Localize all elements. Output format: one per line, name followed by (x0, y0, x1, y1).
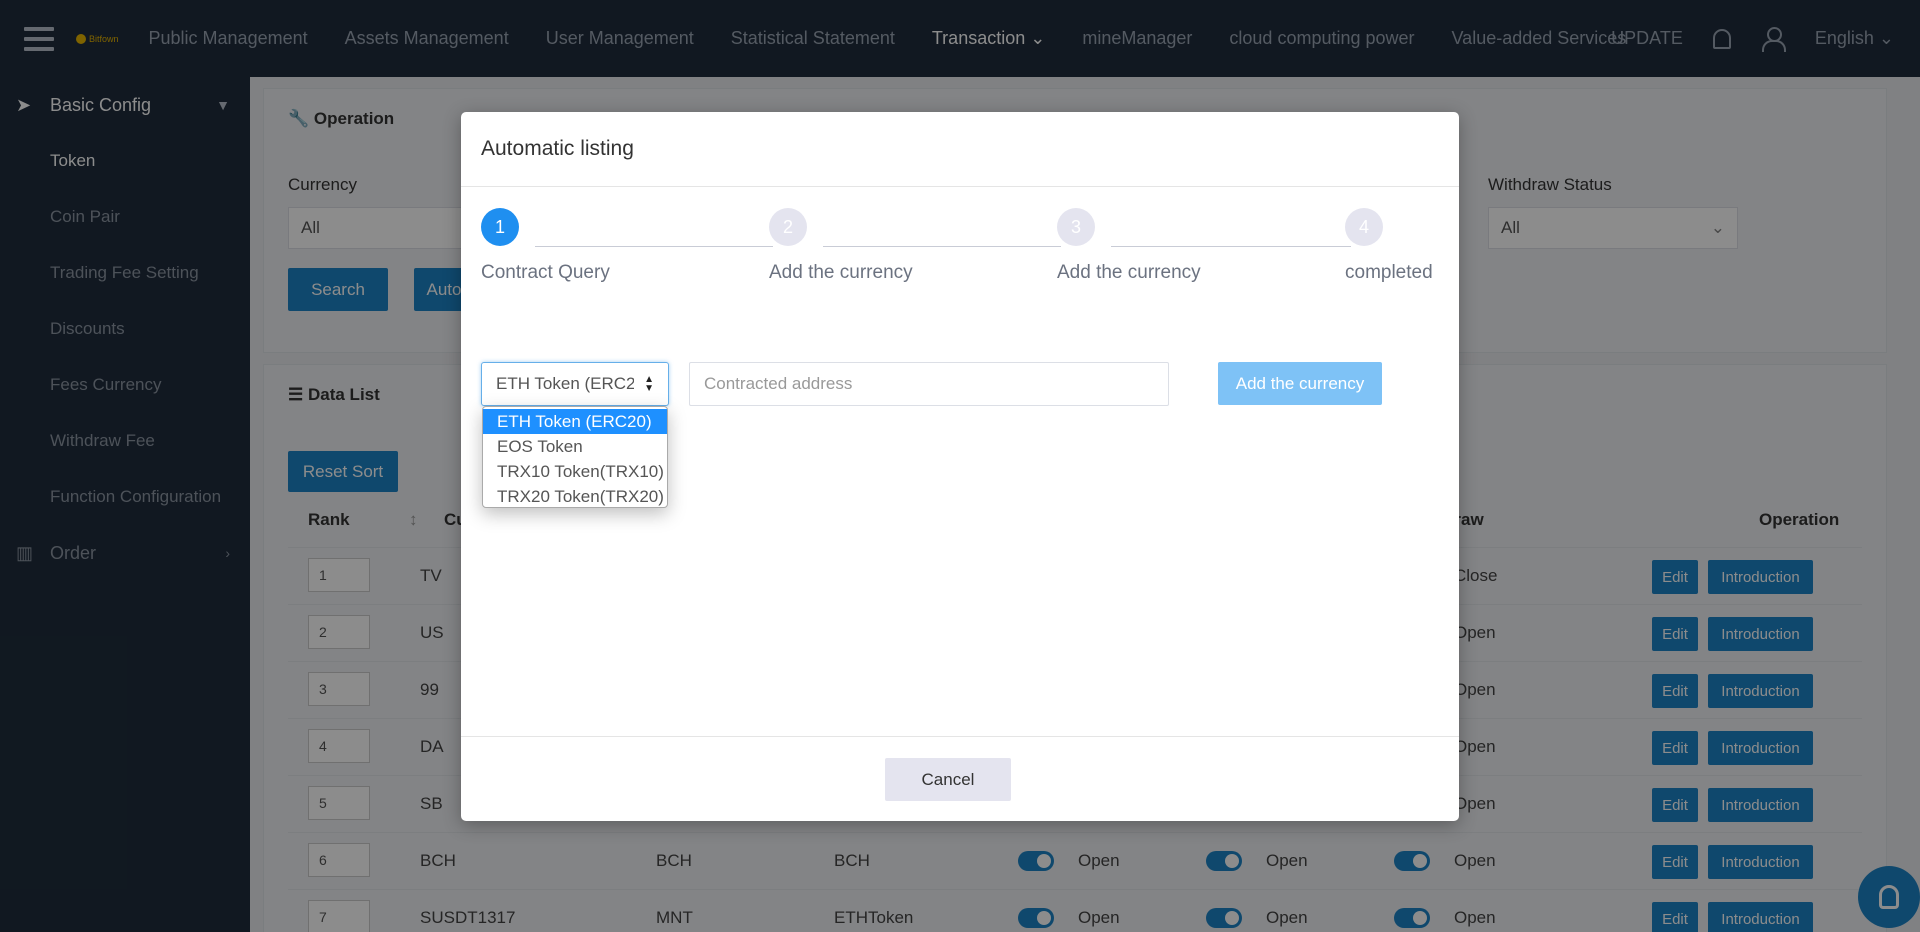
token-type-dropdown: ETH Token (ERC20) EOS Token TRX10 Token(… (482, 406, 668, 508)
step-3-circle: 3 (1057, 208, 1095, 246)
step-2-circle: 2 (769, 208, 807, 246)
step-4-label: completed (1345, 262, 1433, 283)
token-type-select[interactable]: ETH Token (ERC20) ▲▼ (481, 362, 669, 406)
step-1-label: Contract Query (481, 262, 610, 283)
step-connector (823, 246, 1061, 247)
add-currency-button[interactable]: Add the currency (1218, 362, 1382, 405)
token-option-trx20[interactable]: TRX20 Token(TRX20) (483, 484, 667, 509)
step-2-label: Add the currency (769, 262, 913, 283)
token-option-eos[interactable]: EOS Token (483, 434, 667, 459)
step-4-circle: 4 (1345, 208, 1383, 246)
cancel-button[interactable]: Cancel (885, 758, 1011, 801)
automatic-listing-modal: Automatic listing 1 2 3 4 Contract Query… (461, 112, 1459, 821)
select-arrows-icon: ▲ ▼ (644, 374, 654, 394)
modal-title: Automatic listing (461, 112, 1459, 187)
step-3-label: Add the currency (1057, 262, 1201, 283)
step-connector (1111, 246, 1351, 247)
step-indicator: 1 2 3 4 Contract Query Add the currency … (481, 208, 1441, 288)
step-1-circle: 1 (481, 208, 519, 246)
token-type-value: ETH Token (ERC20) (496, 374, 634, 393)
modal-footer: Cancel (461, 736, 1459, 821)
contract-address-input[interactable]: Contracted address (689, 362, 1169, 406)
token-option-eth[interactable]: ETH Token (ERC20) (483, 409, 667, 434)
step-connector (535, 246, 773, 247)
token-option-trx10[interactable]: TRX10 Token(TRX10) (483, 459, 667, 484)
